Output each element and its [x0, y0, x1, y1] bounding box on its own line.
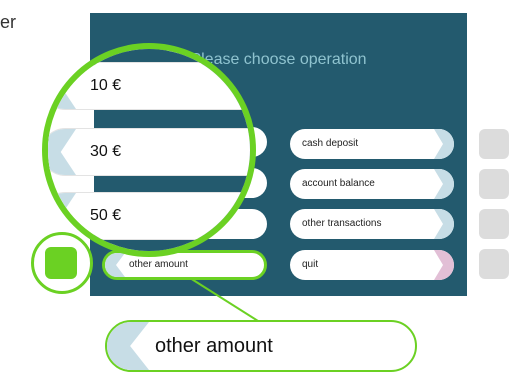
amount-30-button[interactable]: 30 € [48, 129, 250, 175]
chevron-left-icon [107, 322, 149, 370]
callout-label: other amount [155, 335, 273, 357]
amount-50-button[interactable]: 50 € [48, 193, 250, 239]
amount-50-label: 50 € [90, 207, 122, 224]
magnifier-circle: 10 € 30 € 50 € [42, 43, 256, 257]
highlighted-side-key[interactable] [45, 247, 77, 279]
chevron-left-icon [48, 129, 76, 175]
amount-10-button[interactable]: 10 € [48, 63, 250, 109]
amount-10-label: 10 € [90, 77, 122, 94]
chevron-left-icon [48, 63, 76, 109]
amount-30-label: 30 € [90, 143, 122, 160]
other-amount-callout: other amount [105, 320, 417, 372]
